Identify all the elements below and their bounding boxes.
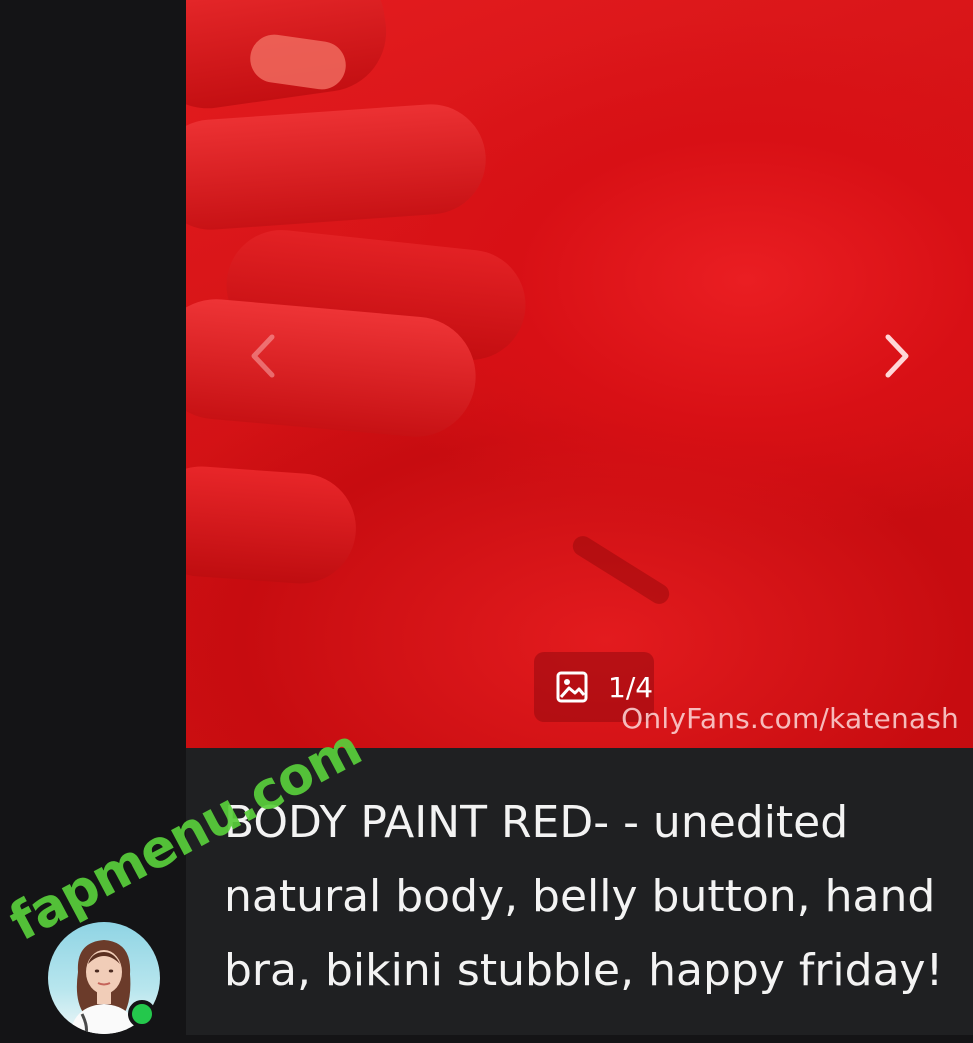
post-caption: BODY PAINT RED- - unedited natural body,… [224, 797, 944, 996]
image-icon [556, 671, 588, 703]
carousel-prev-button[interactable] [242, 326, 282, 386]
chevron-right-icon [885, 334, 909, 378]
post-card: 1/4 OnlyFans.com/katenash BODY PAINT RED… [186, 0, 973, 1035]
finger-shape [186, 100, 490, 234]
image-watermark: OnlyFans.com/katenash [621, 702, 959, 735]
carousel-next-button[interactable] [878, 326, 918, 386]
finger-shape [186, 462, 360, 588]
chevron-left-icon [251, 334, 275, 378]
online-status-indicator [128, 1000, 156, 1028]
carousel-counter-text: 1/4 [608, 670, 654, 704]
post-media[interactable]: 1/4 OnlyFans.com/katenash [186, 0, 973, 748]
skin-crease [569, 532, 673, 608]
